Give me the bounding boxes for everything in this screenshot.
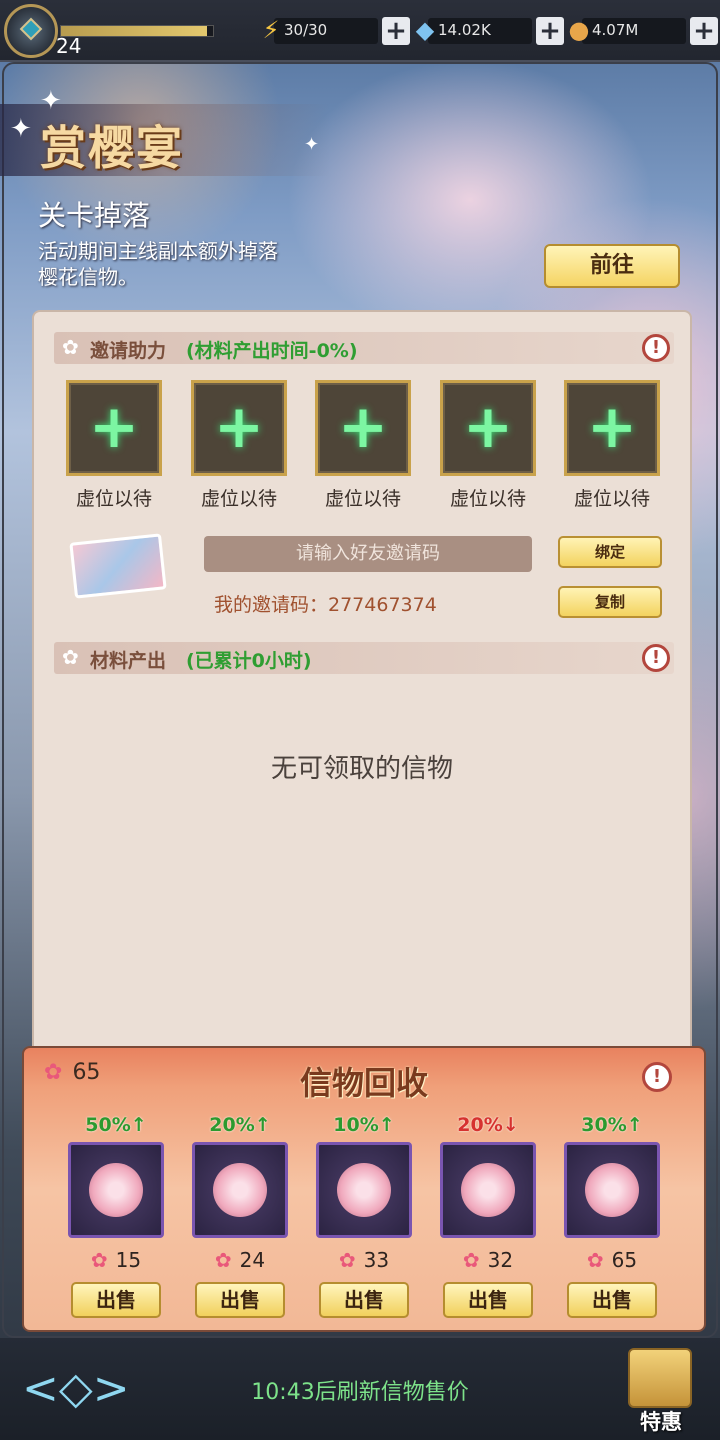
invite-section-header: ✿ 邀请助力 (材料产出时间-0%) ! bbox=[54, 332, 674, 364]
xp-bar-fill bbox=[61, 26, 207, 36]
invite-slot-label: 虚位以待 bbox=[75, 488, 152, 510]
xp-bar bbox=[60, 25, 214, 37]
blossom-icon: ✿ bbox=[90, 1248, 108, 1272]
energy-value: 30/30 bbox=[284, 21, 328, 39]
material-header-note: (已累计0小时) bbox=[186, 650, 312, 672]
gem-icon bbox=[19, 17, 43, 41]
item-price: ✿ 65 bbox=[564, 1248, 660, 1272]
info-icon[interactable]: ! bbox=[642, 334, 670, 362]
bouquet-icon bbox=[585, 1163, 639, 1217]
blossom-icon: ✿ bbox=[338, 1248, 356, 1272]
plus-icon: + bbox=[88, 392, 140, 462]
sell-button[interactable]: 出售 bbox=[567, 1282, 657, 1318]
blossom-icon: ✿ bbox=[586, 1248, 604, 1272]
copy-button[interactable]: 复制 bbox=[558, 586, 662, 618]
price-change: 20%↑ bbox=[209, 1114, 271, 1136]
item-flower[interactable] bbox=[316, 1142, 412, 1238]
invite-slot-label: 虚位以待 bbox=[324, 488, 401, 510]
recycle-title: 信物回收 bbox=[299, 1064, 428, 1102]
blossom-icon: ✿ bbox=[214, 1248, 232, 1272]
item-price-value: 15 bbox=[115, 1248, 142, 1272]
my-invite-code: 我的邀请码：277467374 bbox=[214, 594, 437, 616]
item-price: ✿ 24 bbox=[192, 1248, 288, 1272]
invite-panel: ✿ 邀请助力 (材料产出时间-0%) ! + + + + + 虚位以待 虚位以待… bbox=[32, 310, 692, 1070]
recycle-panel: ✿ 65 信物回收 ! 50%↑ 20%↑ 10%↑ 20%↓ 30%↑ ✿ 15 … bbox=[22, 1046, 706, 1332]
diamond-icon: ◆ bbox=[415, 16, 435, 44]
info-icon[interactable]: ! bbox=[642, 1062, 672, 1092]
player-level: 24 bbox=[56, 34, 82, 58]
plus-icon: + bbox=[337, 392, 389, 462]
item-price-value: 65 bbox=[611, 1248, 638, 1272]
material-header-label: 材料产出 bbox=[90, 650, 167, 672]
event-subtitle: 关卡掉落 bbox=[38, 199, 151, 232]
fan-icon bbox=[213, 1163, 267, 1217]
blossom-icon: ✿ bbox=[462, 1248, 480, 1272]
special-offer-label[interactable]: 特惠 bbox=[626, 1406, 696, 1436]
item-bouquet[interactable] bbox=[564, 1142, 660, 1238]
add-energy-button[interactable]: + bbox=[382, 17, 410, 45]
sparkle-icon: ✦ bbox=[10, 114, 32, 144]
hairpin-icon bbox=[89, 1163, 143, 1217]
price-change: 30%↑ bbox=[581, 1114, 643, 1136]
plus-icon: + bbox=[213, 392, 265, 462]
item-fan[interactable] bbox=[192, 1142, 288, 1238]
sell-button[interactable]: 出售 bbox=[443, 1282, 533, 1318]
item-price: ✿ 32 bbox=[440, 1248, 536, 1272]
invite-slot-label: 虚位以待 bbox=[449, 488, 526, 510]
gift-icon[interactable] bbox=[628, 1348, 692, 1408]
item-price: ✿ 33 bbox=[316, 1248, 412, 1272]
flower-icon bbox=[337, 1163, 391, 1217]
invite-slot[interactable]: + bbox=[191, 380, 287, 476]
info-icon[interactable]: ! bbox=[642, 644, 670, 672]
coin-value: 4.07M bbox=[592, 21, 639, 39]
bottom-bar: <◇> 10:43后刷新信物售价 特惠 bbox=[0, 1338, 720, 1440]
price-change: 20%↓ bbox=[457, 1114, 519, 1136]
flower-icon: ✿ bbox=[62, 645, 79, 669]
plus-icon: + bbox=[462, 392, 514, 462]
plus-icon: + bbox=[586, 392, 638, 462]
goto-button[interactable]: 前往 bbox=[544, 244, 680, 288]
event-title: 赏樱宴 bbox=[40, 121, 184, 175]
coin-icon: ● bbox=[568, 16, 590, 44]
flower-icon: ✿ bbox=[62, 335, 79, 359]
price-change: 10%↑ bbox=[333, 1114, 395, 1136]
item-price-value: 24 bbox=[239, 1248, 266, 1272]
invite-slot-label: 虚位以待 bbox=[200, 488, 277, 510]
invite-slot[interactable]: + bbox=[564, 380, 660, 476]
refresh-timer: 10:43后刷新信物售价 bbox=[251, 1380, 469, 1405]
item-postcard[interactable] bbox=[440, 1142, 536, 1238]
lightning-icon: ⚡ bbox=[262, 16, 280, 44]
event-description: 活动期间主线副本额外掉落樱花信物。 bbox=[38, 239, 278, 289]
empty-message: 无可领取的信物 bbox=[270, 754, 453, 784]
item-hairpin[interactable] bbox=[68, 1142, 164, 1238]
material-section-header: ✿ 材料产出 (已累计0小时) ! bbox=[54, 642, 674, 674]
item-price: ✿ 15 bbox=[68, 1248, 164, 1272]
diamond-value: 14.02K bbox=[438, 21, 491, 39]
sell-button[interactable]: 出售 bbox=[71, 1282, 161, 1318]
invite-header-label: 邀请助力 bbox=[90, 340, 167, 362]
invite-slot[interactable]: + bbox=[315, 380, 411, 476]
invite-code-input[interactable]: 请输入好友邀请码 bbox=[204, 536, 532, 572]
postcard-icon bbox=[461, 1163, 515, 1217]
bind-button[interactable]: 绑定 bbox=[558, 536, 662, 568]
top-bar: 24 ⚡ 30/30 + ◆ 14.02K + ● 4.07M + bbox=[0, 0, 720, 62]
price-change: 50%↑ bbox=[85, 1114, 147, 1136]
sparkle-icon: ✦ bbox=[304, 134, 320, 155]
item-price-value: 33 bbox=[363, 1248, 390, 1272]
invite-header-note: (材料产出时间-0%) bbox=[186, 340, 358, 362]
invite-slot-label: 虚位以待 bbox=[573, 488, 650, 510]
sell-button[interactable]: 出售 bbox=[195, 1282, 285, 1318]
item-price-value: 32 bbox=[487, 1248, 514, 1272]
invite-slot[interactable]: + bbox=[66, 380, 162, 476]
sell-button[interactable]: 出售 bbox=[319, 1282, 409, 1318]
invite-slot[interactable]: + bbox=[440, 380, 536, 476]
add-diamond-button[interactable]: + bbox=[536, 17, 564, 45]
add-coin-button[interactable]: + bbox=[690, 17, 718, 45]
avatar[interactable] bbox=[4, 4, 58, 58]
postcard-icon bbox=[69, 533, 167, 599]
